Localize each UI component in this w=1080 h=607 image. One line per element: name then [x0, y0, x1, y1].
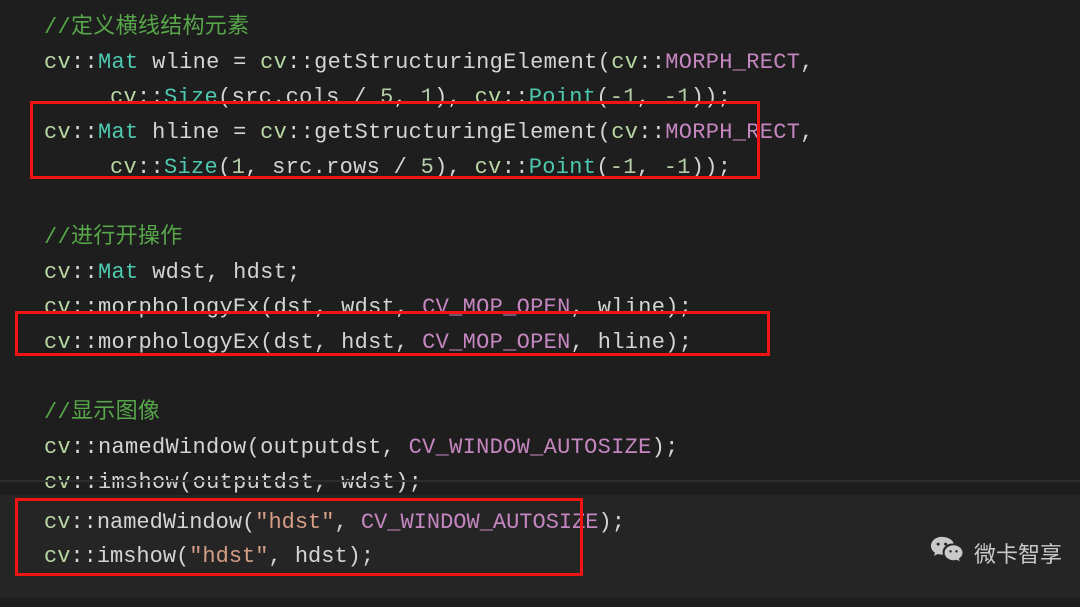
code-line: //显示图像: [0, 395, 1080, 430]
code-line: //定义横线结构元素: [0, 10, 1080, 45]
code-line: cv::Mat wline = cv::getStructuringElemen…: [0, 45, 1080, 80]
code-editor[interactable]: //定义横线结构元素 cv::Mat wline = cv::getStruct…: [0, 0, 1080, 500]
blank-line: [0, 185, 1080, 220]
comment: //定义横线结构元素: [44, 15, 249, 40]
code-line: cv::Size(src.cols / 5, 1), cv::Point(-1,…: [0, 80, 1080, 115]
code-line: cv::morphologyEx(dst, wdst, CV_MOP_OPEN,…: [0, 290, 1080, 325]
code-line: //进行开操作: [0, 220, 1080, 255]
code-line: cv::morphologyEx(dst, hdst, CV_MOP_OPEN,…: [0, 325, 1080, 360]
comment: //显示图像: [44, 400, 160, 425]
lower-panel[interactable]: cv::namedWindow("hdst", CV_WINDOW_AUTOSI…: [0, 495, 1080, 598]
comment: //进行开操作: [44, 225, 183, 250]
code-line: cv::Mat hline = cv::getStructuringElemen…: [0, 115, 1080, 150]
code-line: cv::namedWindow("hdst", CV_WINDOW_AUTOSI…: [0, 505, 1080, 539]
code-line: cv::Size(1, src.rows / 5), cv::Point(-1,…: [0, 150, 1080, 185]
panel-separator: [0, 480, 1080, 482]
code-line: cv::namedWindow(outputdst, CV_WINDOW_AUT…: [0, 430, 1080, 465]
code-line: cv::Mat wdst, hdst;: [0, 255, 1080, 290]
blank-line: [0, 360, 1080, 395]
code-line: cv::imshow("hdst", hdst);: [0, 539, 1080, 573]
